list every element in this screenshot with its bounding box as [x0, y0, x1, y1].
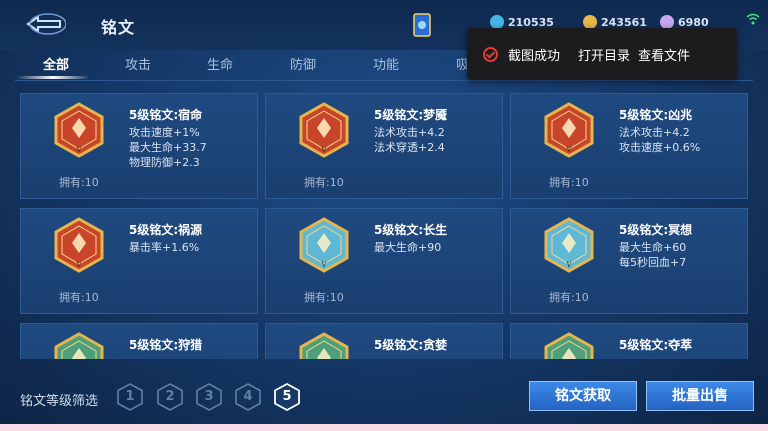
level-filter-2-label: 2 — [165, 389, 175, 404]
blue-rune-icon: V — [544, 217, 594, 273]
rune-stat: 物理防御+2.3 — [129, 156, 200, 169]
svg-text:V: V — [565, 261, 572, 269]
back-arrow-icon[interactable] — [22, 12, 66, 36]
gold-coin-icon — [583, 15, 597, 29]
red-rune-icon: V — [299, 102, 349, 158]
svg-text:V: V — [75, 261, 82, 269]
view-file-link[interactable]: 查看文件 — [638, 45, 690, 64]
owned-count: 拥有:10 — [549, 176, 589, 189]
level-filter-3-label: 3 — [204, 389, 214, 404]
bulk-sell-button[interactable]: 批量出售 — [646, 381, 754, 411]
toast-message: 截图成功 — [508, 48, 561, 64]
rune-grid: V 5级铭文:宿命 攻击速度+1% 最大生命+33.7 物理防御+2.3 拥有:10 V 5级… — [20, 93, 748, 359]
blue-rune-icon: V — [299, 217, 349, 273]
level-filter-2[interactable]: 2 — [157, 383, 183, 411]
rune-stat: 暴击率+1.6% — [129, 241, 200, 254]
green-rune-icon: V — [299, 332, 349, 359]
tab-attack[interactable]: 攻击 — [125, 54, 151, 73]
svg-text:V: V — [320, 146, 327, 154]
tab-health[interactable]: 生命 — [207, 54, 233, 73]
rune-card[interactable]: V 5级铭文:贪婪 — [265, 323, 503, 359]
owned-count: 拥有:10 — [304, 176, 344, 189]
red-rune-icon: V — [54, 217, 104, 273]
rune-stat: 法术攻击+4.2 — [374, 126, 445, 139]
gold-resource: 243561 — [583, 15, 647, 29]
rune-stats: 最大生命+60 每5秒回血+7 — [619, 240, 686, 270]
rune-stat: 法术攻击+4.2 — [619, 126, 690, 139]
red-rune-icon: V — [54, 102, 104, 158]
tab-utility[interactable]: 功能 — [373, 54, 399, 73]
tab-all[interactable]: 全部 — [43, 54, 69, 73]
rune-name: 5级铭文:狩猎 — [129, 338, 203, 352]
bottom-strip — [0, 424, 768, 431]
green-rune-icon: V — [544, 332, 594, 359]
rune-card[interactable]: V 5级铭文:夺萃 — [510, 323, 748, 359]
svg-text:V: V — [320, 261, 327, 269]
active-tab-indicator — [16, 76, 90, 79]
rune-stats: 法术攻击+4.2 攻击速度+0.6% — [619, 125, 700, 155]
check-circle-icon — [483, 46, 498, 62]
tab-defense[interactable]: 防御 — [290, 54, 316, 73]
gold-value: 243561 — [601, 15, 647, 29]
screenshot-toast: 截图成功 打开目录 查看文件 — [467, 28, 737, 80]
rune-stat: 最大生命+33.7 — [129, 141, 207, 154]
rune-stat: 攻击速度+1% — [129, 126, 200, 139]
page-title: 铭文 — [101, 18, 136, 37]
green-rune-icon: V — [54, 332, 104, 359]
coupon-resource: 6980 — [660, 15, 709, 29]
owned-count: 拥有:10 — [304, 291, 344, 304]
rune-stats: 暴击率+1.6% — [129, 240, 199, 255]
rune-name: 5级铭文:冥想 — [619, 223, 693, 237]
coupon-value: 6980 — [678, 15, 709, 29]
rune-card[interactable]: V 5级铭文:宿命 攻击速度+1% 最大生命+33.7 物理防御+2.3 拥有:10 — [20, 93, 258, 199]
diamond-resource: 210535 — [490, 15, 554, 29]
rune-name: 5级铭文:宿命 — [129, 108, 203, 122]
level-filter-1[interactable]: 1 — [117, 383, 143, 411]
rune-stats: 攻击速度+1% 最大生命+33.7 物理防御+2.3 — [129, 125, 207, 170]
svg-text:V: V — [565, 146, 572, 154]
open-directory-link[interactable]: 打开目录 — [578, 45, 630, 64]
level-filter-4-label: 4 — [243, 389, 253, 404]
rune-stat: 攻击速度+0.6% — [619, 141, 701, 154]
owned-count: 拥有:10 — [549, 291, 589, 304]
coupon-icon — [660, 15, 674, 29]
wifi-icon — [746, 13, 760, 28]
rune-name: 5级铭文:夺萃 — [619, 338, 693, 352]
level-filter-label: 铭文等级筛选 — [20, 394, 99, 409]
rune-card[interactable]: V 5级铭文:狩猎 — [20, 323, 258, 359]
diamond-value: 210535 — [508, 15, 554, 29]
level-filter-1-label: 1 — [125, 389, 135, 404]
rune-card[interactable]: V 5级铭文:祸源 暴击率+1.6% 拥有:10 — [20, 208, 258, 314]
svg-text:V: V — [75, 146, 82, 154]
rune-name: 5级铭文:祸源 — [129, 223, 203, 237]
level-filter-3[interactable]: 3 — [196, 383, 222, 411]
rune-stats: 最大生命+90 — [374, 240, 441, 255]
rune-stat: 最大生命+90 — [374, 241, 442, 254]
rune-name: 5级铭文:梦魇 — [374, 108, 448, 122]
rune-name: 5级铭文:长生 — [374, 223, 448, 237]
rune-card[interactable]: V 5级铭文:冥想 最大生命+60 每5秒回血+7 拥有:10 — [510, 208, 748, 314]
level-filter-5-label: 5 — [282, 389, 292, 404]
owned-count: 拥有:10 — [59, 291, 99, 304]
rune-name: 5级铭文:贪婪 — [374, 338, 448, 352]
rune-stat: 每5秒回血+7 — [619, 256, 687, 269]
diamond-icon — [490, 15, 504, 29]
rune-name: 5级铭文:凶兆 — [619, 108, 693, 122]
rune-card[interactable]: V 5级铭文:梦魇 法术攻击+4.2 法术穿透+2.4 拥有:10 — [265, 93, 503, 199]
rune-stat: 法术穿透+2.4 — [374, 141, 445, 154]
level-filter-4[interactable]: 4 — [235, 383, 261, 411]
bottom-bar: 铭文等级筛选 1 2 3 4 5 铭文获取 批量出售 — [0, 372, 768, 431]
obtain-rune-button[interactable]: 铭文获取 — [529, 381, 637, 411]
rune-card[interactable]: V 5级铭文:长生 最大生命+90 拥有:10 — [265, 208, 503, 314]
rune-stat: 最大生命+60 — [619, 241, 687, 254]
rune-card[interactable]: V 5级铭文:凶兆 法术攻击+4.2 攻击速度+0.6% 拥有:10 — [510, 93, 748, 199]
tab-divider — [15, 80, 753, 81]
red-rune-icon: V — [544, 102, 594, 158]
level-filter-5[interactable]: 5 — [274, 383, 300, 411]
owned-count: 拥有:10 — [59, 176, 99, 189]
rune-card-icon[interactable] — [412, 12, 434, 40]
rune-stats: 法术攻击+4.2 法术穿透+2.4 — [374, 125, 445, 155]
